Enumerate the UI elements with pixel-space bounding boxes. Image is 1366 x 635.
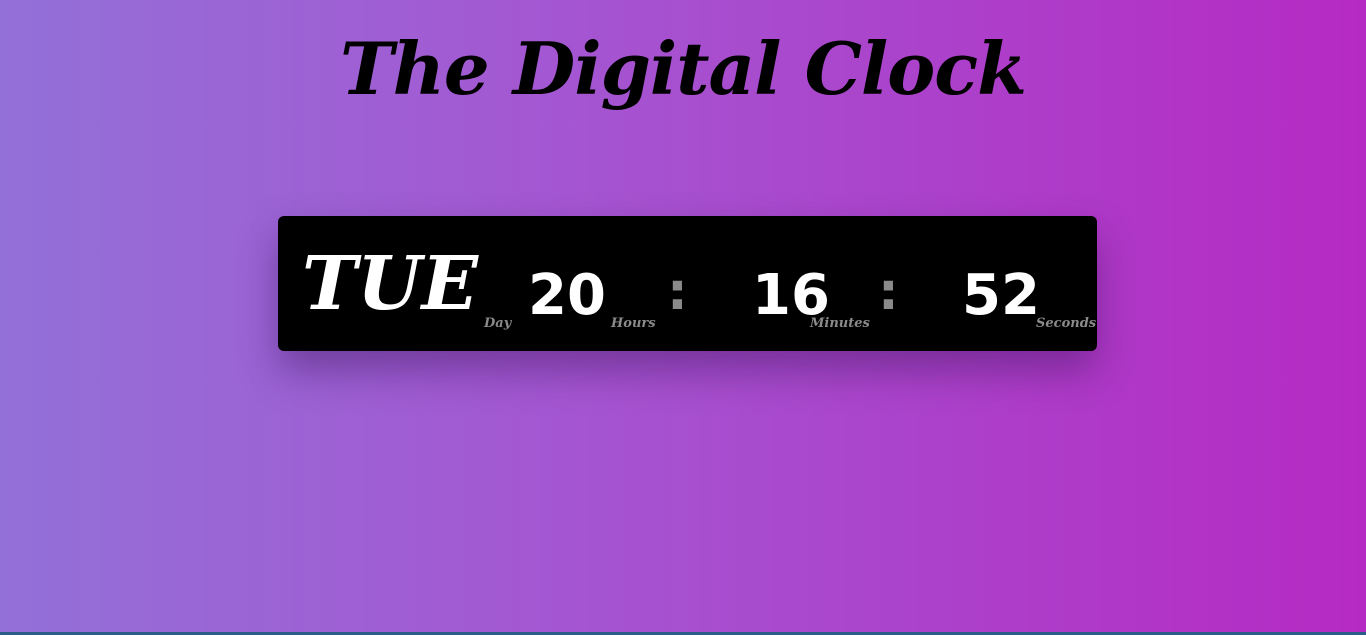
- separator-hours-minutes: :: [667, 262, 688, 322]
- hours-label: Hours: [611, 316, 656, 331]
- seconds-label: Seconds: [1036, 316, 1097, 331]
- page-title: The Digital Clock: [339, 26, 1027, 111]
- minutes-label: Minutes: [810, 316, 870, 331]
- clock-day: TUE: [302, 241, 479, 327]
- separator-minutes-seconds: :: [878, 262, 899, 322]
- clock-hours: 20: [528, 263, 606, 328]
- day-label: Day: [484, 316, 512, 331]
- clock-seconds: 52: [962, 263, 1040, 328]
